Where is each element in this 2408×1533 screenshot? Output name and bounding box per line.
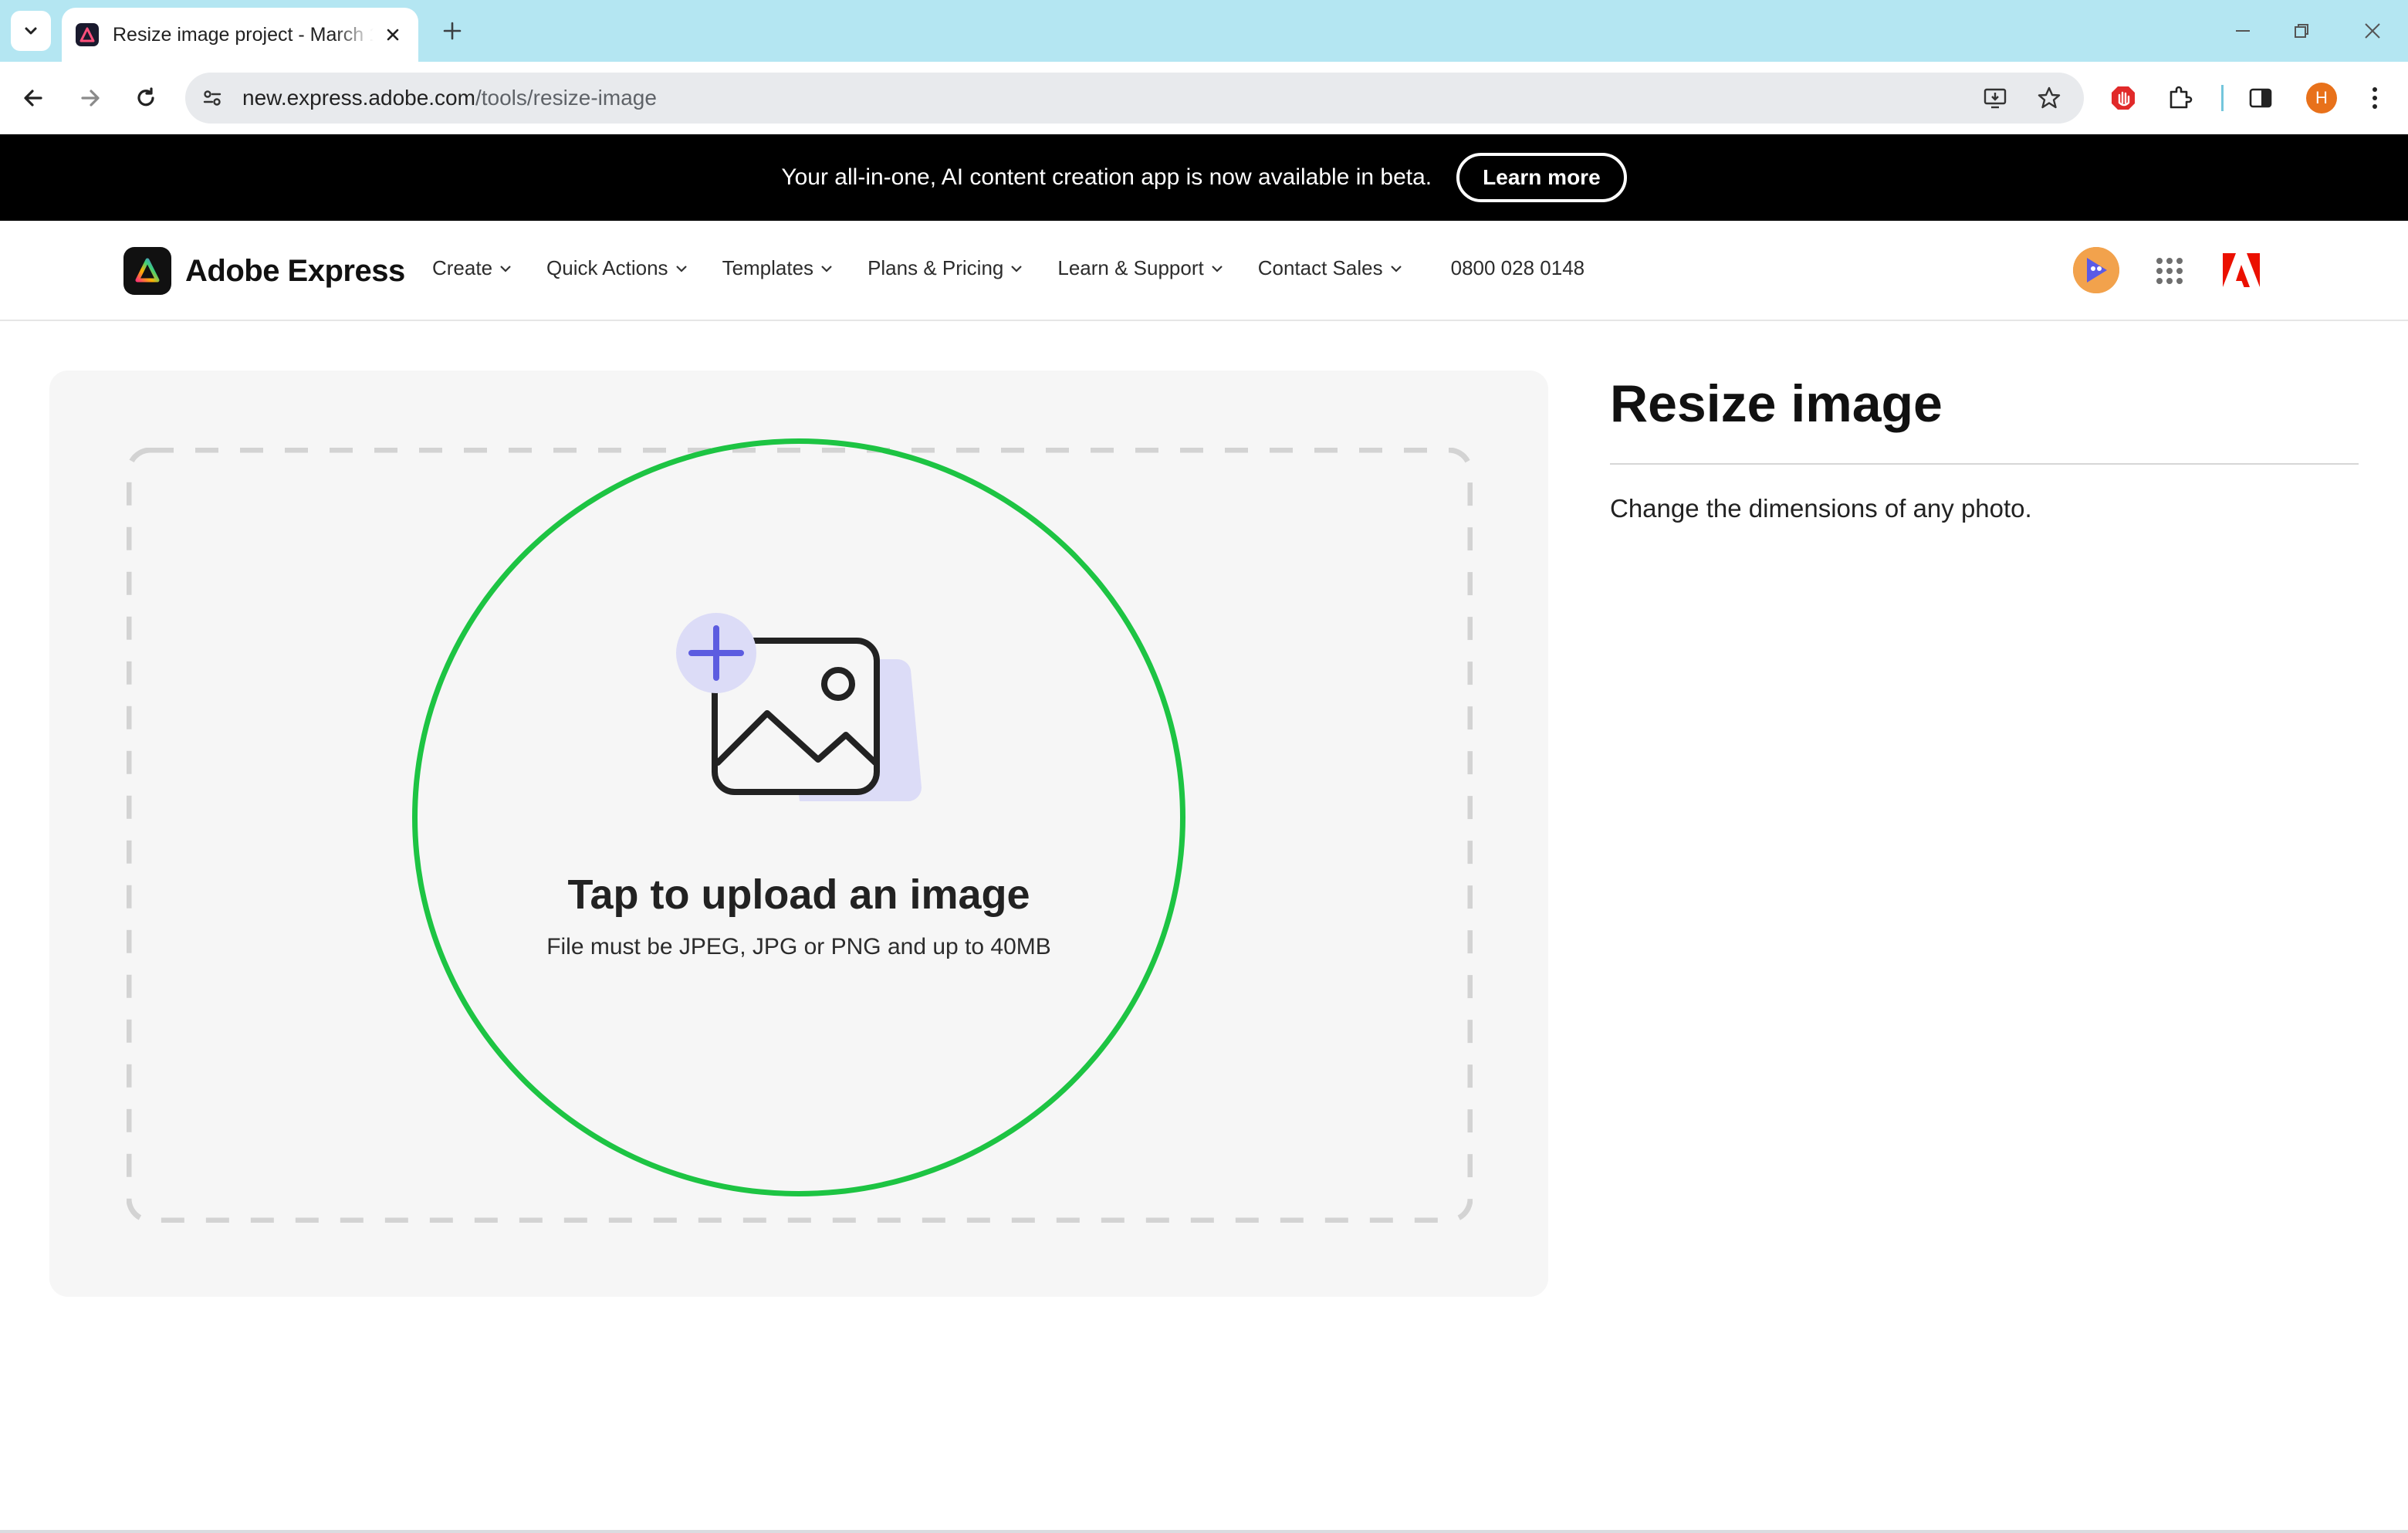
page-title: Resize image xyxy=(1610,374,1943,433)
arrow-left-icon xyxy=(24,90,42,107)
side-panel-icon[interactable] xyxy=(2241,79,2280,117)
nav-contact-sales[interactable]: Contact Sales xyxy=(1258,256,1403,280)
tab-title: Resize image project - March 1 xyxy=(113,23,374,46)
nav-templates[interactable]: Templates xyxy=(722,256,834,280)
image-upload-icon xyxy=(676,613,922,801)
restore-icon xyxy=(2295,24,2308,38)
url-path: /tools/resize-image xyxy=(475,86,657,110)
close-window-button[interactable] xyxy=(2356,15,2389,46)
minimize-button[interactable] xyxy=(2226,15,2260,46)
banner-text: Your all-in-one, AI content creation app… xyxy=(781,164,1432,190)
site-info-icon[interactable] xyxy=(193,79,232,117)
upload-title: Tap to upload an image xyxy=(567,871,1030,918)
chevron-down-icon xyxy=(500,265,511,272)
nav-quick-actions[interactable]: Quick Actions xyxy=(546,256,688,280)
toolbar-separator xyxy=(2221,85,2224,111)
adobe-express-favicon xyxy=(76,23,99,46)
menu-dots-icon[interactable] xyxy=(2356,79,2394,117)
address-bar[interactable]: new.express.adobe.com/tools/resize-image xyxy=(185,73,2084,124)
chevron-down-icon xyxy=(675,265,687,272)
brand-link[interactable]: Adobe Express xyxy=(123,247,405,295)
chevron-down-icon xyxy=(1390,265,1402,272)
extensions-puzzle-icon[interactable] xyxy=(2161,79,2200,117)
nav-label: Create xyxy=(432,256,493,279)
site-header: Adobe Express Create Quick Actions Templ… xyxy=(0,221,2408,321)
url-text[interactable]: new.express.adobe.com/tools/resize-image xyxy=(242,86,657,110)
nav-plans-pricing[interactable]: Plans & Pricing xyxy=(867,256,1023,280)
divider xyxy=(1610,463,2359,465)
tab-close-icon[interactable] xyxy=(381,23,404,46)
brand-name: Adobe Express xyxy=(185,253,405,288)
back-button[interactable] xyxy=(14,79,52,117)
bookmark-star-icon[interactable] xyxy=(2030,79,2068,117)
nav-label: Quick Actions xyxy=(546,256,668,279)
browser-toolbar: new.express.adobe.com/tools/resize-image… xyxy=(0,62,2408,134)
close-icon xyxy=(2365,23,2380,39)
adblock-extension-icon[interactable] xyxy=(2104,79,2143,117)
reload-button[interactable] xyxy=(127,79,165,117)
new-tab-button[interactable] xyxy=(437,15,468,46)
plus-icon xyxy=(443,22,462,40)
browser-tabstrip: Resize image project - March 1 xyxy=(0,0,2408,62)
chevron-down-icon xyxy=(25,27,37,35)
nav-label: Templates xyxy=(722,256,814,279)
user-avatar[interactable] xyxy=(2073,247,2119,293)
restore-button[interactable] xyxy=(2285,15,2318,46)
apps-grid-icon[interactable] xyxy=(2153,255,2186,287)
learn-more-button[interactable]: Learn more xyxy=(1456,153,1627,202)
promo-banner: Your all-in-one, AI content creation app… xyxy=(0,134,2408,221)
upload-subtitle: File must be JPEG, JPG or PNG and up to … xyxy=(546,934,1051,959)
main-nav: Create Quick Actions Templates Plans & P… xyxy=(432,256,1584,280)
arrow-right-icon xyxy=(81,90,100,107)
page-description: Change the dimensions of any photo. xyxy=(1610,494,2032,523)
reload-icon xyxy=(137,87,154,107)
url-host: new.express.adobe.com xyxy=(242,86,475,110)
adobe-express-logo-icon xyxy=(123,247,171,295)
nav-create[interactable]: Create xyxy=(432,256,512,280)
browser-tab-active[interactable]: Resize image project - March 1 xyxy=(62,8,418,62)
adobe-logo-icon[interactable] xyxy=(2221,252,2261,289)
chevron-down-icon xyxy=(1011,265,1023,272)
nav-label: Plans & Pricing xyxy=(867,256,1004,279)
forward-button[interactable] xyxy=(71,79,110,117)
nav-learn-support[interactable]: Learn & Support xyxy=(1057,256,1223,280)
nav-label: Contact Sales xyxy=(1257,256,1383,279)
nav-label: Learn & Support xyxy=(1057,256,1204,279)
tab-search-button[interactable] xyxy=(11,11,51,51)
chevron-down-icon xyxy=(1211,265,1223,272)
minimize-icon xyxy=(2236,30,2250,32)
chevron-down-icon xyxy=(821,265,832,272)
phone-number[interactable]: 0800 028 0148 xyxy=(1451,256,1585,280)
window-bottom-edge xyxy=(0,1530,2408,1533)
install-app-icon[interactable] xyxy=(1976,79,2014,117)
profile-avatar[interactable]: H xyxy=(2306,83,2337,113)
upload-dropzone[interactable]: Tap to upload an image File must be JPEG… xyxy=(49,371,1548,1297)
